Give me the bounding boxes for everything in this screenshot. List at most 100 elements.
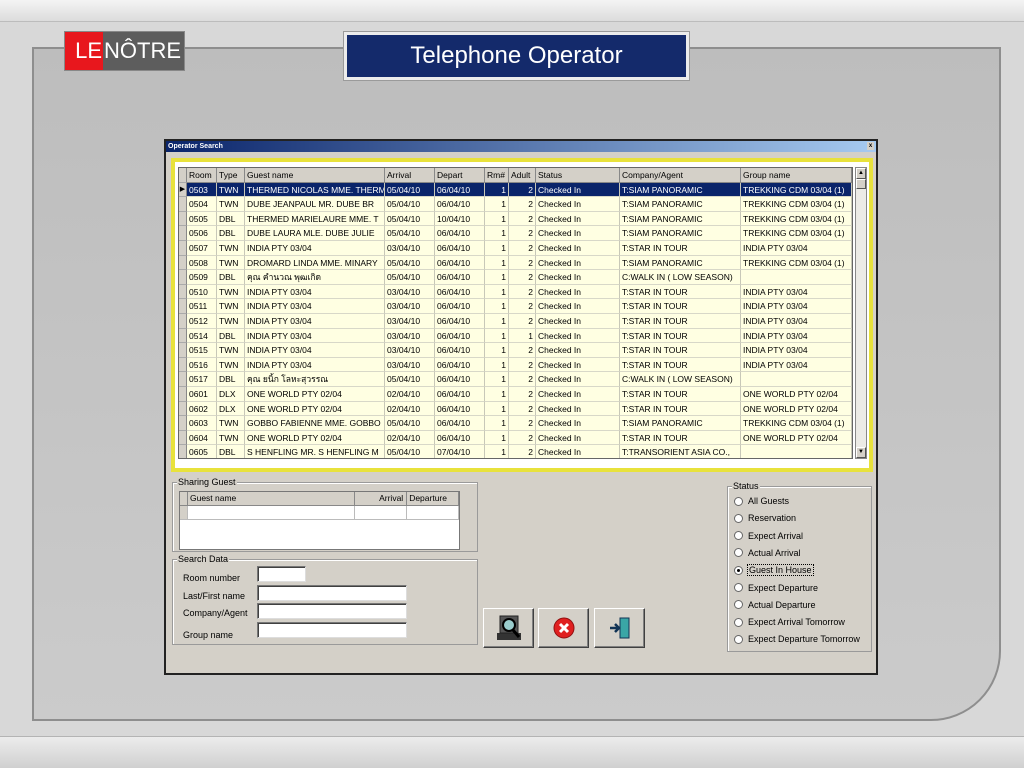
row-indicator [179,255,187,271]
window-close-button[interactable]: x [867,142,874,150]
radio-button[interactable] [734,617,743,627]
cell-rm-: 1 [485,343,509,358]
sg-indicator-header [180,492,188,506]
status-radio-expect-departure-tomorrow[interactable]: Expect Departure Tomorrow [734,634,860,644]
cancel-icon [553,617,574,639]
radio-button[interactable] [734,548,743,558]
sharing-guest-table[interactable]: Guest name Arrival Departure [179,491,460,550]
cell-group-name: INDIA PTY 03/04 [741,299,852,314]
exit-button[interactable] [594,608,645,648]
col-header-room[interactable]: Room [187,168,217,183]
cell-type: DBL [217,270,245,285]
cell-type: DBL [217,226,245,241]
sg-col-departure[interactable]: Departure [407,492,459,506]
group-name-input[interactable] [257,622,407,638]
table-row[interactable]: 0505 DBL THERMED MARIELAURE MME. T 05/04/10… [179,211,852,227]
table-row[interactable]: 0605 DBL S HENFLING MR. S HENFLING M 05/04/… [179,445,852,458]
sg-col-guest-name[interactable]: Guest name [187,492,356,506]
cell-type: TWN [217,197,245,212]
table-row[interactable]: 0604 TWN ONE WORLD PTY 02/04 02/04/10 06/04/… [179,430,852,446]
radio-button[interactable] [734,565,743,575]
cell-adult: 2 [509,255,536,271]
table-row[interactable]: 0508 TWN DROMARD LINDA MME. MINARY 05/04/10… [179,255,852,271]
sg-col-arrival[interactable]: Arrival [355,492,408,506]
table-row[interactable]: 0506 DBL DUBE LAURA MLE. DUBE JULIE 05/04/1… [179,226,852,241]
cell-type: TWN [217,240,245,256]
table-row[interactable]: 0602 DLX ONE WORLD PTY 02/04 02/04/10 06/04/… [179,401,852,417]
col-header-guest-name[interactable]: Guest name [245,168,385,183]
room-number-input[interactable] [257,566,306,582]
search-button[interactable] [483,608,534,648]
col-header-adult[interactable]: Adult [509,168,536,183]
status-radio-expect-departure[interactable]: Expect Departure [734,583,818,593]
cell-arrival: 05/04/10 [385,416,435,431]
lenotre-logo: LE NÔTRE [64,31,185,71]
cell-group-name: INDIA PTY 03/04 [741,343,852,358]
table-row[interactable]: 0512 TWN INDIA PTY 03/04 03/04/10 06/04/10 1 2… [179,313,852,329]
cell-adult: 2 [509,386,536,402]
cell-guest-name: DUBE LAURA MLE. DUBE JULIE [245,226,385,241]
table-row[interactable]: 0514 DBL INDIA PTY 03/04 03/04/10 06/04/10 1 1… [179,328,852,344]
cell-group-name: INDIA PTY 03/04 [741,284,852,300]
scroll-up-button[interactable]: ▲ [856,168,866,179]
table-row[interactable]: ▶ 0503 TWN THERMED NICOLAS MME. THERMED 05/0… [179,182,852,198]
table-row[interactable]: 0507 TWN INDIA PTY 03/04 03/04/10 06/04/10 1 2… [179,240,852,256]
cell-guest-name: INDIA PTY 03/04 [245,328,385,344]
guest-grid[interactable]: Room Type Guest name Arrival Depart Rm# Adult S… [178,167,853,459]
grid-header-row: Room Type Guest name Arrival Depart Rm# Adult S… [179,168,852,183]
col-header-company-agent[interactable]: Company/Agent [620,168,741,183]
col-header-depart[interactable]: Depart [435,168,485,183]
table-row[interactable]: 0516 TWN INDIA PTY 03/04 03/04/10 06/04/10 1 2… [179,357,852,373]
row-indicator [179,226,187,241]
table-row[interactable]: 0515 TWN INDIA PTY 03/04 03/04/10 06/04/10 1 2… [179,343,852,358]
cell-arrival: 05/04/10 [385,182,435,198]
radio-button[interactable] [734,600,743,610]
col-header-type[interactable]: Type [217,168,245,183]
company-agent-label: Company/Agent [183,608,248,618]
table-row[interactable]: 0510 TWN INDIA PTY 03/04 03/04/10 06/04/10 1 2… [179,284,852,300]
col-header-arrival[interactable]: Arrival [385,168,435,183]
table-row[interactable]: 0504 TWN DUBE JEANPAUL MR. DUBE BR 05/04/10… [179,197,852,212]
status-radio-expect-arrival[interactable]: Expect Arrival [734,531,803,541]
sg-empty-row[interactable] [180,506,459,520]
table-row[interactable]: 0603 TWN GOBBO FABIENNE MME. GOBBO 05/04/10… [179,416,852,431]
status-radio-reservation[interactable]: Reservation [734,513,796,523]
radio-button[interactable] [734,634,743,644]
cell-adult: 2 [509,445,536,458]
cell-guest-name: GOBBO FABIENNE MME. GOBBO [245,416,385,431]
table-row[interactable]: 0509 DBL คุณ คำนวณ พุฒเกิด 05/04/10 06/04/10… [179,270,852,285]
grid-scrollbar[interactable]: ▲ ▼ [855,167,867,459]
table-row[interactable]: 0517 DBL คุณ ยนิ้ก โลหะสุวรรณ 05/04/10 06/04… [179,372,852,387]
cell-arrival: 05/04/10 [385,211,435,227]
cell-room: 0601 [187,386,217,402]
radio-button[interactable] [734,531,743,541]
cell-rm-: 1 [485,270,509,285]
cell-type: DBL [217,445,245,458]
cell-guest-name: S HENFLING MR. S HENFLING M [245,445,385,458]
status-radio-guest-in-house[interactable]: Guest In House [734,564,814,577]
cell-type: TWN [217,284,245,300]
col-header-status[interactable]: Status [536,168,620,183]
scroll-thumb[interactable] [856,179,866,189]
table-row[interactable]: 0511 TWN INDIA PTY 03/04 03/04/10 06/04/10 1 2… [179,299,852,314]
last-first-name-input[interactable] [257,585,407,601]
company-agent-input[interactable] [257,603,407,619]
row-indicator [179,197,187,212]
radio-button[interactable] [734,583,743,592]
status-radio-actual-arrival[interactable]: Actual Arrival [734,548,801,558]
radio-button[interactable] [734,513,743,523]
col-header-group-name[interactable]: Group name [741,168,852,183]
status-radio-expect-arrival-tomorrow[interactable]: Expect Arrival Tomorrow [734,617,845,627]
scroll-down-button[interactable]: ▼ [856,447,866,458]
cell-rm-: 1 [485,430,509,446]
radio-button[interactable] [734,496,743,506]
cell-rm-: 1 [485,313,509,329]
status-group: Status All Guests Reservation Expect Arriv… [727,481,872,652]
col-header-rm-[interactable]: Rm# [485,168,509,183]
cell-guest-name: INDIA PTY 03/04 [245,299,385,314]
table-row[interactable]: 0601 DLX ONE WORLD PTY 02/04 02/04/10 06/04/… [179,386,852,402]
cell-status: Checked In [536,386,620,402]
cancel-button[interactable] [538,608,589,648]
status-radio-all-guests[interactable]: All Guests [734,496,789,506]
status-radio-actual-departure[interactable]: Actual Departure [734,600,816,610]
